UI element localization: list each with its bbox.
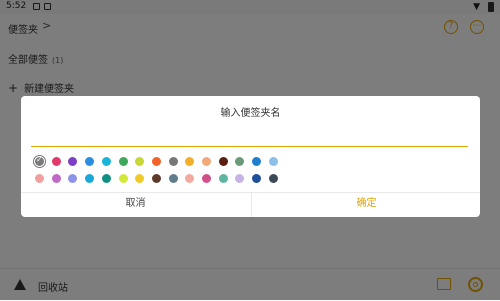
color-swatch[interactable]: ✓: [35, 155, 44, 166]
color-swatch[interactable]: [135, 174, 145, 183]
color-swatch[interactable]: [202, 157, 211, 166]
folder-name-input[interactable]: [31, 128, 468, 147]
color-swatch[interactable]: [68, 157, 78, 166]
new-folder-dialog: 输入便签夹名 ✓ 取消 确定: [21, 96, 480, 217]
color-swatch[interactable]: [85, 157, 95, 166]
color-swatch[interactable]: [85, 174, 95, 183]
color-swatch[interactable]: [218, 174, 228, 183]
color-swatch[interactable]: [68, 174, 78, 183]
color-swatch[interactable]: [168, 174, 178, 183]
confirm-button[interactable]: 确定: [251, 193, 480, 217]
color-swatch[interactable]: [168, 157, 178, 166]
color-swatch[interactable]: [218, 157, 228, 166]
color-swatch[interactable]: [235, 157, 245, 166]
color-swatch[interactable]: [135, 157, 145, 166]
color-swatch[interactable]: [185, 174, 195, 183]
color-swatch[interactable]: [185, 157, 195, 166]
dialog-button-bar: 取消 确定: [21, 192, 480, 217]
cancel-button[interactable]: 取消: [21, 193, 250, 217]
color-swatch[interactable]: [202, 174, 211, 183]
color-swatch[interactable]: [51, 157, 61, 166]
color-swatch[interactable]: [51, 174, 61, 183]
color-swatch[interactable]: [118, 174, 128, 183]
color-swatch[interactable]: [118, 157, 128, 166]
color-swatch[interactable]: [252, 174, 262, 183]
color-swatch[interactable]: [151, 174, 161, 183]
check-icon: ✓: [36, 155, 43, 164]
color-swatch[interactable]: [101, 157, 111, 166]
color-swatch[interactable]: [252, 157, 262, 166]
color-swatch[interactable]: [35, 174, 44, 183]
dialog-title: 输入便签夹名: [220, 108, 281, 119]
color-swatch[interactable]: [101, 174, 111, 183]
color-swatch[interactable]: [151, 157, 161, 166]
color-swatch[interactable]: [268, 174, 278, 183]
color-swatch[interactable]: [235, 174, 245, 183]
color-swatch[interactable]: [268, 157, 278, 166]
